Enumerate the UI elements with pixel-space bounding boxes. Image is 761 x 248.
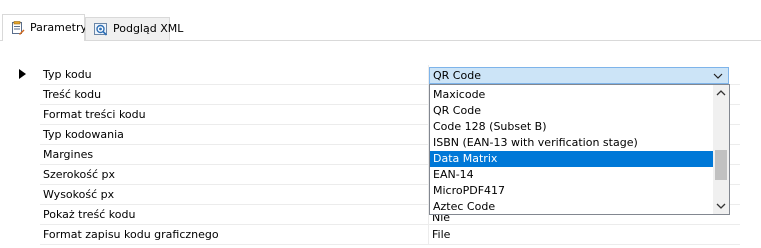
property-name: Pokaż treść kodu <box>43 208 136 221</box>
property-name: Szerokość px <box>43 168 116 181</box>
option-label: MicroPDF417 <box>433 184 506 197</box>
property-name: Format treści kodu <box>43 108 146 121</box>
tab-divider <box>0 40 761 41</box>
option-label: Code 128 (Subset B) <box>433 120 547 133</box>
option-label: EAN-14 <box>433 168 474 181</box>
scrollbar-thumb[interactable] <box>715 150 727 180</box>
option-label: Maxicode <box>433 88 486 101</box>
preview-icon <box>94 22 108 36</box>
code-type-combobox[interactable]: QR Code <box>429 67 729 84</box>
property-name: Treść kodu <box>43 88 102 101</box>
dropdown-option[interactable]: EAN-14 <box>430 167 713 183</box>
tab-podglad-xml[interactable]: Podgląd XML <box>85 17 183 40</box>
option-label: Aztec Code <box>433 200 496 213</box>
dropdown-option[interactable]: ISBN (EAN-13 with verification stage) <box>430 135 713 151</box>
chevron-down-icon[interactable] <box>713 198 729 214</box>
dropdown-option[interactable]: Code 128 (Subset B) <box>430 119 713 135</box>
dropdown-option[interactable]: QR Code <box>430 103 713 119</box>
property-name: Margines <box>43 148 94 161</box>
tab-label: Parametry <box>30 21 87 34</box>
dropdown-option[interactable]: MicroPDF417 <box>430 183 713 199</box>
properties-icon <box>11 21 25 35</box>
current-row-pointer-icon <box>19 69 26 79</box>
chevron-down-icon[interactable] <box>712 70 724 82</box>
grid-row[interactable]: Format zapisu kodu graficznego File <box>0 225 740 245</box>
property-name: Wysokość px <box>43 188 115 201</box>
property-name: Typ kodowania <box>43 128 124 141</box>
dropdown-option[interactable]: Maxicode <box>430 87 713 103</box>
option-label: QR Code <box>433 104 481 117</box>
tab-label: Podgląd XML <box>113 22 184 35</box>
row-divider <box>40 244 740 245</box>
tab-strip: Parametry Podgląd XML <box>0 0 761 41</box>
dropdown-option-selected[interactable]: Data Matrix <box>430 151 713 167</box>
chevron-up-icon[interactable] <box>713 85 729 101</box>
option-label: Data Matrix <box>433 152 498 165</box>
tab-parametry[interactable]: Parametry <box>2 14 87 41</box>
property-value[interactable]: File <box>432 228 450 242</box>
property-name: Typ kodu <box>43 68 92 81</box>
option-label: ISBN (EAN-13 with verification stage) <box>433 136 638 149</box>
dropdown-scrollbar[interactable] <box>713 85 729 214</box>
column-divider <box>428 225 429 245</box>
combobox-value: QR Code <box>433 69 481 82</box>
code-type-dropdown-list[interactable]: Maxicode QR Code Code 128 (Subset B) ISB… <box>429 84 730 215</box>
property-name: Format zapisu kodu graficznego <box>43 228 219 241</box>
dropdown-option[interactable]: Aztec Code <box>430 199 713 215</box>
